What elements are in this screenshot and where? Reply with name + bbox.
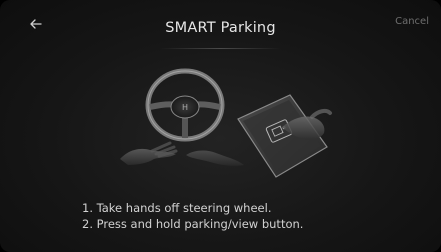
parking-view-button-press-icon [237,94,332,178]
page-title: SMART Parking [165,20,276,36]
steering-wheel-hands-off-icon: H [120,68,244,166]
title-divider [160,48,281,49]
instruction-illustration: H [120,68,332,178]
instruction-step-1: 1. Take hands off steering wheel. [82,201,272,215]
cancel-button[interactable]: Cancel [395,16,429,27]
smart-parking-screen: SMART Parking Cancel H 1. Take hands off… [0,0,441,252]
instruction-step-2: 2. Press and hold parking/view button. [82,217,304,231]
instruction-list: 1. Take hands off steering wheel. 2. Pre… [82,200,303,232]
svg-text:H: H [182,103,188,112]
